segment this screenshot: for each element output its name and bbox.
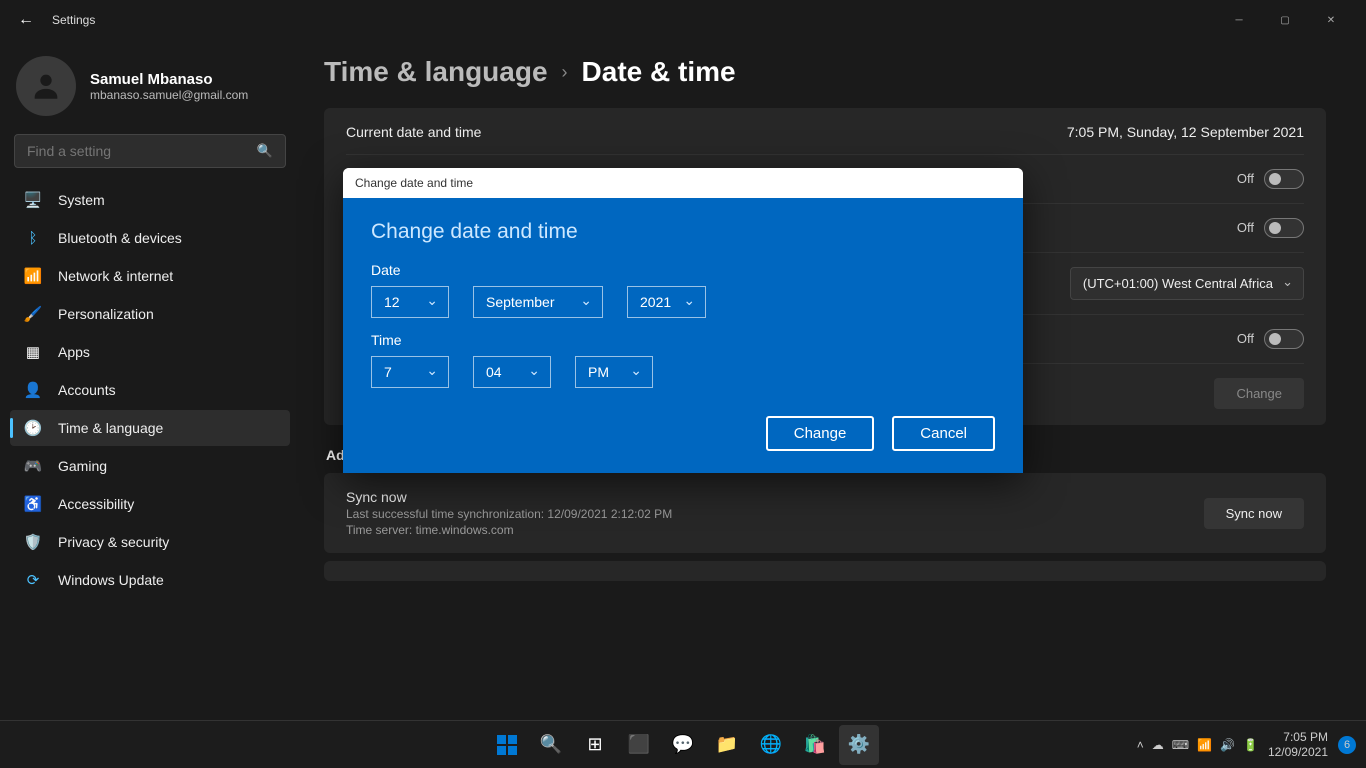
clock-icon: 🕑 <box>24 419 42 437</box>
sync-title: Sync now <box>346 489 672 505</box>
keyboard-icon[interactable]: ⌨ <box>1172 738 1189 752</box>
nav-bluetooth[interactable]: ᛒBluetooth & devices <box>10 220 290 256</box>
breadcrumb-parent[interactable]: Time & language <box>324 56 548 88</box>
nav-personalization[interactable]: 🖌️Personalization <box>10 296 290 332</box>
sync-now-button[interactable]: Sync now <box>1204 498 1304 529</box>
ampm-select[interactable]: PM <box>575 356 653 388</box>
store-icon[interactable]: 🛍️ <box>795 725 835 765</box>
month-select[interactable]: September <box>473 286 603 318</box>
user-email: mbanaso.samuel@gmail.com <box>90 88 248 102</box>
nav-system[interactable]: 🖥️System <box>10 182 290 218</box>
start-button[interactable] <box>487 725 527 765</box>
current-datetime-value: 7:05 PM, Sunday, 12 September 2021 <box>1067 124 1304 140</box>
dst-state: Off <box>1237 331 1254 346</box>
edge-icon[interactable]: 🌐 <box>751 725 791 765</box>
nav-gaming[interactable]: 🎮Gaming <box>10 448 290 484</box>
wifi-icon: 📶 <box>24 267 42 285</box>
change-datetime-button[interactable]: Change <box>1214 378 1304 409</box>
change-datetime-dialog: Change date and time Change date and tim… <box>343 168 1023 473</box>
sync-last: Last successful time synchronization: 12… <box>346 507 672 521</box>
taskbar: 🔍 ⊞ ⬛ 💬 📁 🌐 🛍️ ⚙️ ˄ ☁ ⌨ 📶 🔊 🔋 7:05 PM 12… <box>0 720 1366 768</box>
dst-toggle[interactable] <box>1264 329 1304 349</box>
auto-tz-toggle[interactable] <box>1264 218 1304 238</box>
system-icon: 🖥️ <box>24 191 42 209</box>
widgets-icon[interactable]: ⬛ <box>619 725 659 765</box>
dialog-change-button[interactable]: Change <box>766 416 875 451</box>
sync-server: Time server: time.windows.com <box>346 523 672 537</box>
tray-chevron-icon[interactable]: ˄ <box>1137 738 1144 752</box>
taskbar-search-icon[interactable]: 🔍 <box>531 725 571 765</box>
user-name: Samuel Mbanaso <box>90 71 248 88</box>
person-icon: 👤 <box>24 381 42 399</box>
chat-icon[interactable]: 💬 <box>663 725 703 765</box>
minute-select[interactable]: 04 <box>473 356 551 388</box>
app-title: Settings <box>52 13 95 27</box>
auto-time-state: Off <box>1237 171 1254 186</box>
volume-icon[interactable]: 🔊 <box>1220 738 1235 752</box>
time-label: Time <box>371 332 995 348</box>
bluetooth-icon: ᛒ <box>24 229 42 247</box>
update-icon: ⟳ <box>24 571 42 589</box>
extra-card <box>324 561 1326 581</box>
dialog-titlebar: Change date and time <box>343 168 1023 198</box>
nav-accounts[interactable]: 👤Accounts <box>10 372 290 408</box>
day-select[interactable]: 12 <box>371 286 449 318</box>
tray-wifi-icon[interactable]: 📶 <box>1197 738 1212 752</box>
avatar-icon <box>16 56 76 116</box>
date-label: Date <box>371 262 995 278</box>
nav-accessibility[interactable]: ♿Accessibility <box>10 486 290 522</box>
explorer-icon[interactable]: 📁 <box>707 725 747 765</box>
dialog-heading: Change date and time <box>371 220 995 244</box>
shield-icon: 🛡️ <box>24 533 42 551</box>
year-select[interactable]: 2021 <box>627 286 706 318</box>
search-box[interactable]: 🔍 <box>14 134 286 168</box>
dialog-cancel-button[interactable]: Cancel <box>892 416 995 451</box>
nav-network[interactable]: 📶Network & internet <box>10 258 290 294</box>
task-view-icon[interactable]: ⊞ <box>575 725 615 765</box>
chevron-right-icon: › <box>562 62 568 83</box>
accessibility-icon: ♿ <box>24 495 42 513</box>
maximize-button[interactable]: ▢ <box>1262 4 1308 36</box>
current-datetime-label: Current date and time <box>346 124 481 140</box>
back-button[interactable]: ← <box>12 6 40 34</box>
gaming-icon: 🎮 <box>24 457 42 475</box>
close-button[interactable]: ✕ <box>1308 4 1354 36</box>
apps-icon: ▦ <box>24 343 42 361</box>
sync-card: Sync now Last successful time synchroniz… <box>324 473 1326 553</box>
settings-taskbar-icon[interactable]: ⚙️ <box>839 725 879 765</box>
sidebar: Samuel Mbanaso mbanaso.samuel@gmail.com … <box>0 40 300 720</box>
nav-apps[interactable]: ▦Apps <box>10 334 290 370</box>
auto-time-toggle[interactable] <box>1264 169 1304 189</box>
brush-icon: 🖌️ <box>24 305 42 323</box>
notification-badge[interactable]: 6 <box>1338 736 1356 754</box>
search-input[interactable] <box>27 143 257 159</box>
user-block[interactable]: Samuel Mbanaso mbanaso.samuel@gmail.com <box>10 50 290 134</box>
timezone-select[interactable]: (UTC+01:00) West Central Africa <box>1070 267 1304 300</box>
titlebar: ← Settings ─ ▢ ✕ <box>0 0 1366 40</box>
search-icon: 🔍 <box>257 143 273 159</box>
breadcrumb-current: Date & time <box>582 56 736 88</box>
nav-privacy[interactable]: 🛡️Privacy & security <box>10 524 290 560</box>
battery-icon[interactable]: 🔋 <box>1243 738 1258 752</box>
auto-tz-state: Off <box>1237 220 1254 235</box>
taskbar-clock[interactable]: 7:05 PM 12/09/2021 <box>1268 730 1328 759</box>
onedrive-icon[interactable]: ☁ <box>1152 738 1164 752</box>
nav-time-language[interactable]: 🕑Time & language <box>10 410 290 446</box>
hour-select[interactable]: 7 <box>371 356 449 388</box>
nav-windows-update[interactable]: ⟳Windows Update <box>10 562 290 598</box>
minimize-button[interactable]: ─ <box>1216 4 1262 36</box>
breadcrumb: Time & language › Date & time <box>324 56 1326 88</box>
